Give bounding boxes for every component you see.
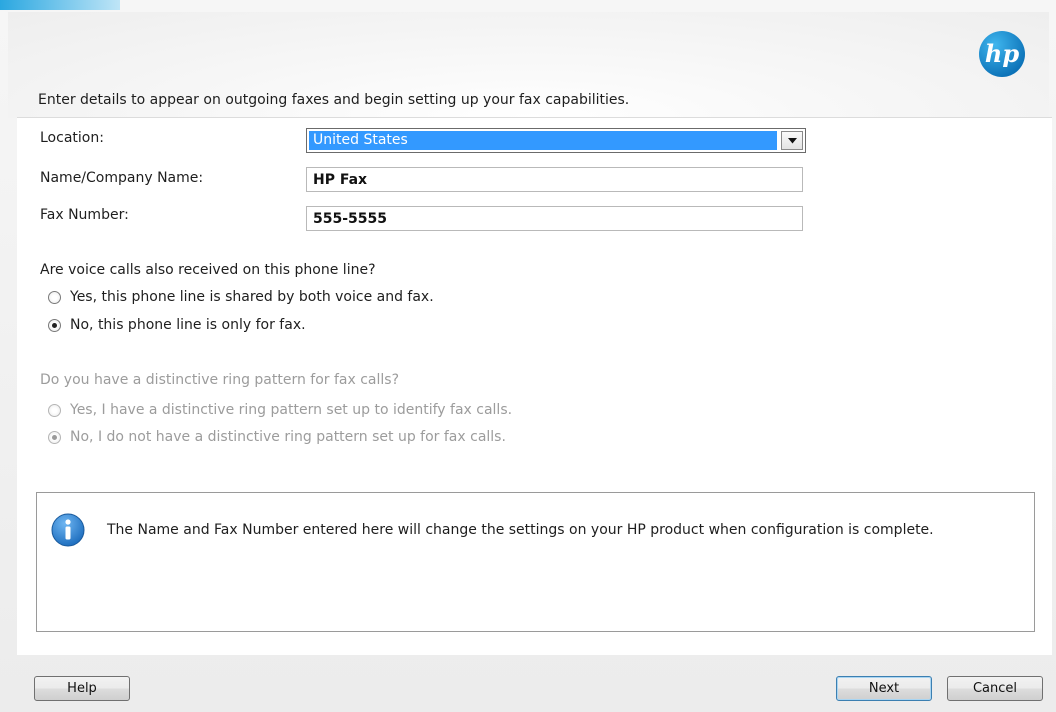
- next-button[interactable]: Next: [836, 676, 932, 701]
- ring-question: Do you have a distinctive ring pattern f…: [40, 372, 400, 388]
- fax-setup-window: Enter details to appear on outgoing faxe…: [0, 0, 1056, 712]
- voice-option-shared-label: Yes, this phone line is shared by both v…: [70, 289, 434, 305]
- cancel-button[interactable]: Cancel: [947, 676, 1043, 701]
- name-field[interactable]: HP Fax: [306, 167, 803, 192]
- title-accent-bar: [0, 0, 120, 10]
- voice-option-fax-only[interactable]: No, this phone line is only for fax.: [48, 315, 306, 335]
- chevron-down-icon: [788, 138, 797, 144]
- fax-number-label: Fax Number:: [40, 207, 129, 223]
- voice-option-shared[interactable]: Yes, this phone line is shared by both v…: [48, 287, 434, 307]
- help-button[interactable]: Help: [34, 676, 130, 701]
- ring-option-yes-label: Yes, I have a distinctive ring pattern s…: [70, 402, 513, 418]
- radio-button-disabled: [48, 403, 61, 417]
- hp-logo-icon: hp: [979, 31, 1025, 77]
- radio-button-selected[interactable]: [48, 318, 61, 332]
- radio-button-disabled-selected: [48, 430, 61, 444]
- header-instruction: Enter details to appear on outgoing faxe…: [38, 92, 630, 108]
- ring-option-no-label: No, I do not have a distinctive ring pat…: [70, 429, 506, 445]
- location-dropdown-button[interactable]: [781, 131, 803, 150]
- location-dropdown[interactable]: United States: [306, 128, 806, 153]
- voice-option-fax-only-label: No, this phone line is only for fax.: [70, 317, 306, 333]
- location-selected-value: United States: [309, 131, 777, 150]
- ring-option-no: No, I do not have a distinctive ring pat…: [48, 427, 506, 447]
- radio-button[interactable]: [48, 290, 61, 304]
- info-box: The Name and Fax Number entered here wil…: [36, 492, 1035, 632]
- fax-number-field[interactable]: 555-5555: [306, 206, 803, 231]
- voice-question: Are voice calls also received on this ph…: [40, 262, 376, 278]
- hp-logo-text: hp: [985, 39, 1019, 68]
- location-label: Location:: [40, 130, 104, 146]
- info-message: The Name and Fax Number entered here wil…: [107, 522, 934, 538]
- ring-option-yes: Yes, I have a distinctive ring pattern s…: [48, 400, 512, 420]
- info-icon: [51, 513, 85, 547]
- name-label: Name/Company Name:: [40, 170, 204, 186]
